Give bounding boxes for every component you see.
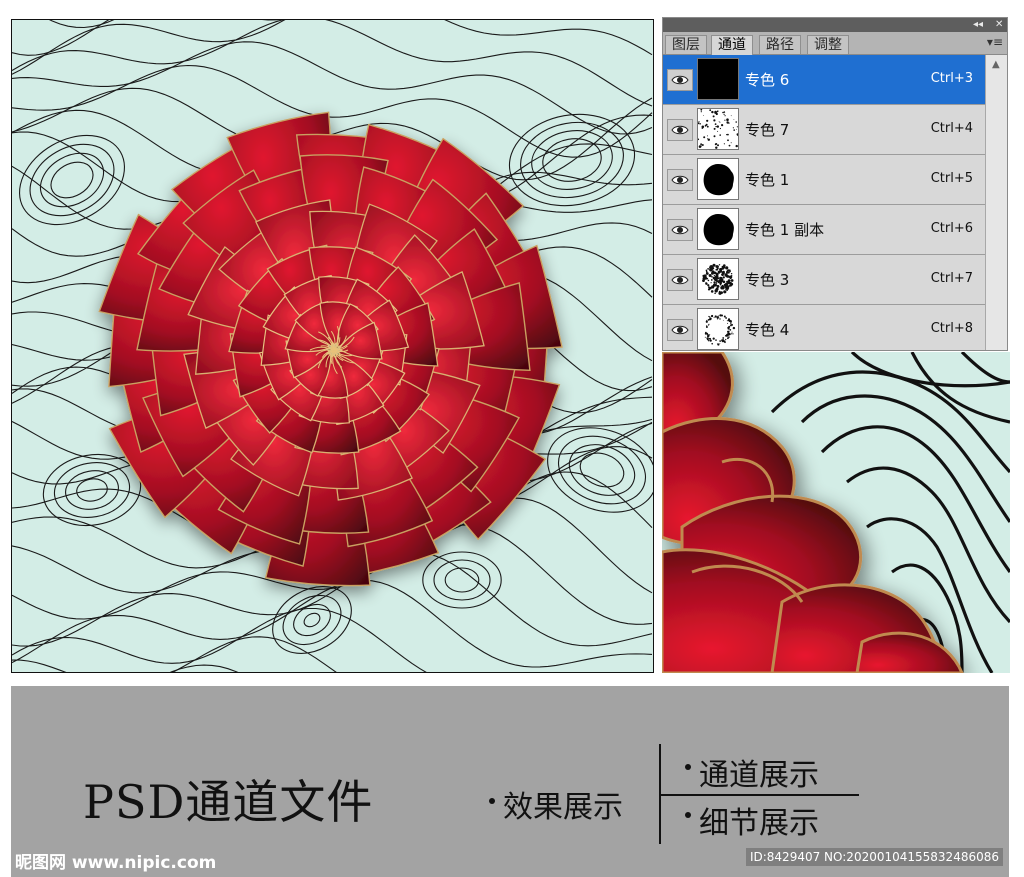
detail-preview (662, 352, 1010, 673)
double-arrow-icon[interactable]: ◂◂ (973, 18, 983, 32)
scroll-up-icon[interactable]: ▲ (992, 59, 1000, 70)
flower-artwork (12, 20, 653, 672)
bullet-dot (685, 812, 691, 818)
peony-flower (98, 111, 563, 587)
channel-thumbnail (697, 58, 739, 100)
channel-name: 专色 3 (745, 271, 790, 289)
channel-row[interactable]: 专色 7 Ctrl+4 (663, 105, 985, 155)
channel-row[interactable]: 专色 6 Ctrl+3 (663, 55, 985, 105)
eye-icon[interactable] (667, 319, 693, 341)
channel-thumbnail-icon (698, 59, 738, 99)
detail-artwork (662, 352, 1010, 673)
bullet-dot (685, 764, 691, 770)
channel-thumbnail (697, 308, 739, 350)
image-id-text: ID:8429407 NO:20200104155832486086 (745, 848, 1003, 866)
eye-icon[interactable] (667, 119, 693, 141)
channel-thumbnail-icon (698, 109, 738, 149)
channel-row[interactable]: 专色 1 副本 Ctrl+6 (663, 205, 985, 255)
scrollbar[interactable]: ▲ (985, 55, 1007, 350)
detail-show-label: 细节展示 (699, 806, 819, 841)
channel-shortcut: Ctrl+7 (930, 271, 973, 286)
watermark-logo: 昵图网 www.nipic.com (15, 853, 217, 873)
channel-thumbnail-icon (703, 164, 734, 196)
info-band: PSD通道文件 效果展示 通道展示 细节展示 昵图网 www.nipic.com… (11, 686, 1009, 877)
band-title: PSD通道文件 (83, 775, 374, 829)
detail-petals (662, 352, 964, 673)
eye-icon[interactable] (667, 219, 693, 241)
channel-row[interactable]: 专色 1 Ctrl+5 (663, 155, 985, 205)
channel-thumbnail-icon (702, 263, 734, 295)
channel-name: 专色 4 (745, 321, 790, 339)
channel-shortcut: Ctrl+5 (930, 171, 973, 186)
channel-shortcut: Ctrl+4 (930, 121, 973, 136)
channel-name: 专色 1 副本 (745, 221, 825, 239)
channel-shortcut: Ctrl+8 (930, 321, 973, 336)
eye-icon[interactable] (667, 269, 693, 291)
tab-paths[interactable]: 路径 (759, 35, 801, 54)
channel-list: 专色 6 Ctrl+3 专色 7 Ctrl+4 专色 1 Ctrl+5 专色 1 副本 Ctr… (663, 55, 985, 350)
main-preview (11, 19, 654, 673)
effect-label: 效果展示 (503, 790, 623, 825)
panel-titlebar: ◂◂ ✕ (663, 18, 1007, 32)
tab-channels[interactable]: 通道 (711, 35, 753, 55)
channel-name: 专色 6 (745, 71, 790, 89)
bullet-dot (489, 798, 495, 804)
channel-thumbnail (697, 108, 739, 150)
panel-tabs: 图层 通道 路径 调整 ▾≡ (663, 32, 1007, 55)
channels-show-label: 通道展示 (699, 758, 819, 793)
eye-icon[interactable] (667, 69, 693, 91)
panel-menu-icon[interactable]: ▾≡ (987, 35, 1003, 49)
channel-row[interactable]: 专色 3 Ctrl+7 (663, 255, 985, 305)
channel-thumbnail-icon (703, 214, 734, 246)
channel-name: 专色 7 (745, 121, 790, 139)
eye-icon[interactable] (667, 169, 693, 191)
divider-horizontal (659, 794, 859, 796)
channels-panel: ◂◂ ✕ 图层 通道 路径 调整 ▾≡ 专色 6 Ctrl+3 专色 7 Ctrl+4… (662, 17, 1008, 351)
channel-thumbnail-icon (704, 314, 736, 346)
channel-thumbnail (697, 258, 739, 300)
channel-thumbnail (697, 158, 739, 200)
channel-name: 专色 1 (745, 171, 790, 189)
channel-shortcut: Ctrl+6 (930, 221, 973, 236)
channel-shortcut: Ctrl+3 (930, 71, 973, 86)
channel-thumbnail (697, 208, 739, 250)
tab-layers[interactable]: 图层 (665, 35, 707, 54)
tab-adjustments[interactable]: 调整 (807, 35, 849, 54)
channel-row[interactable]: 专色 4 Ctrl+8 (663, 305, 985, 350)
close-icon[interactable]: ✕ (995, 18, 1003, 32)
